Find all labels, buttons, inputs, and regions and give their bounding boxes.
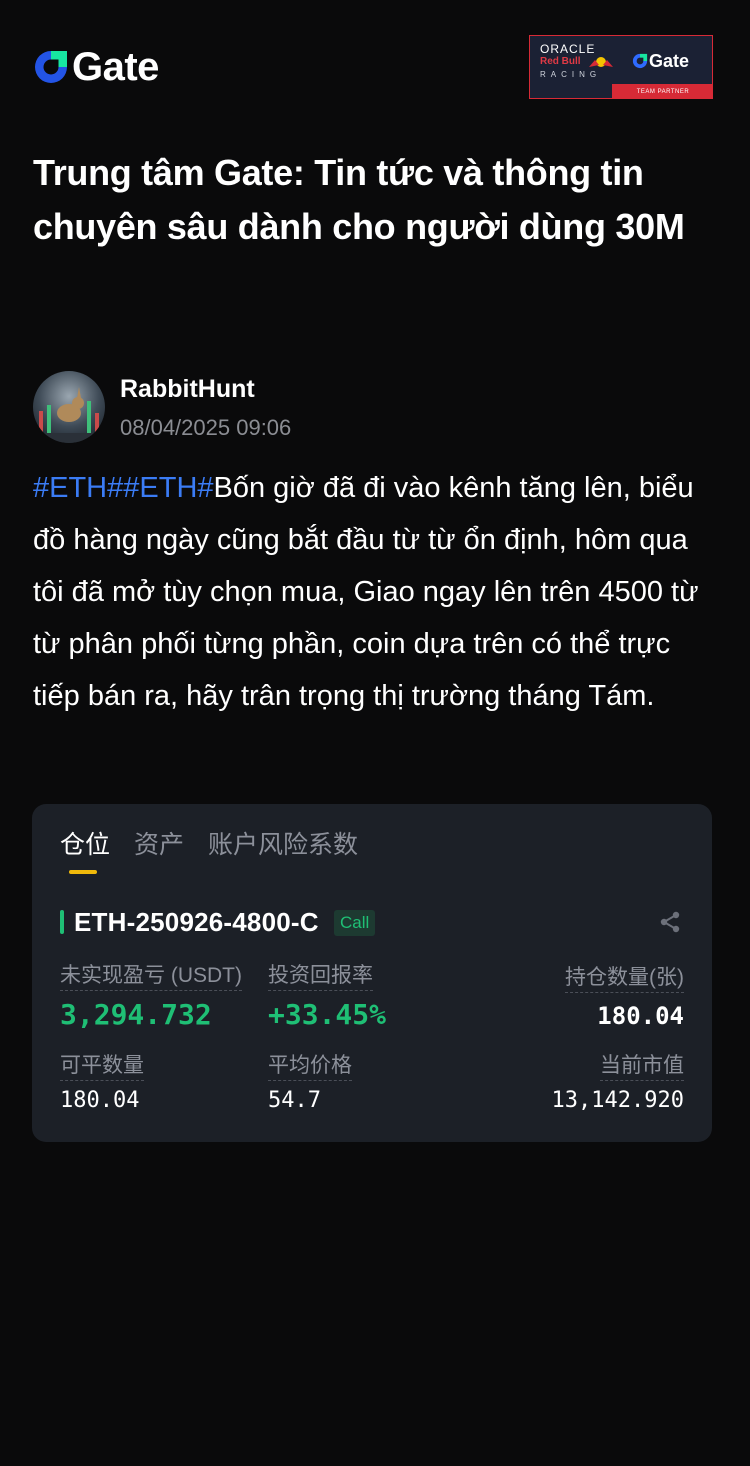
unrealized-pnl-value: 3,294.732 — [60, 998, 212, 1031]
position-side-marker — [60, 910, 64, 934]
market-value-label: 当前市值 — [600, 1052, 684, 1081]
avg-price-value: 54.7 — [268, 1088, 321, 1113]
roi-value: +33.45% — [268, 998, 387, 1031]
page-title: Trung tâm Gate: Tin tức và thông tin chu… — [33, 152, 685, 247]
tab-assets: 资产 — [134, 831, 185, 859]
active-tab-indicator — [69, 870, 97, 874]
closable-label: 可平数量 — [60, 1052, 144, 1081]
tab-account-risk: 账户风险系数 — [208, 831, 359, 859]
partner-gate-text: Gate — [649, 51, 690, 71]
gate-small-logo-icon — [632, 53, 648, 69]
partner-racing-text: RACING — [540, 70, 602, 79]
team-partner-label: TEAM PARTNER — [612, 84, 712, 98]
share-icon — [660, 911, 680, 933]
partner-badge: ORACLE Red Bull RACING Gate TEAM PARTNER — [529, 35, 713, 99]
contract-name: ETH-250926-4800-C — [74, 907, 319, 937]
avg-price-label: 平均价格 — [268, 1052, 352, 1081]
call-badge: Call — [334, 910, 376, 936]
position-qty-label: 持仓数量(张) — [565, 964, 684, 993]
hashtag-link[interactable]: #ETH##ETH# — [33, 472, 214, 504]
author-row: RabbitHunt 08/04/2025 09:06 — [33, 371, 723, 443]
author-name[interactable]: RabbitHunt — [120, 373, 255, 405]
avatar-image — [33, 371, 105, 443]
position-card-image[interactable]: 仓位 资产 账户风险系数 ETH-250926-4800-C Call 未实现盈… — [32, 804, 712, 1142]
unrealized-pnl-label: 未实现盈亏 (USDT) — [60, 962, 242, 991]
roi-label: 投资回报率 — [268, 962, 373, 991]
post-body: #ETH##ETH#Bốn giờ đã đi vào kênh tăng lê… — [33, 462, 723, 722]
partner-oracle-text: ORACLE — [540, 42, 596, 56]
tab-positions: 仓位 — [60, 831, 111, 859]
avatar[interactable] — [33, 371, 105, 443]
gate-logo-text: Gate — [72, 45, 159, 89]
position-qty-value: 180.04 — [597, 1002, 684, 1030]
partner-redbull-text: Red Bull — [540, 56, 581, 67]
post-timestamp: 08/04/2025 09:06 — [120, 415, 292, 440]
partner-gate-logo: Gate — [632, 51, 689, 71]
gate-logo[interactable]: Gate — [33, 44, 159, 90]
post-text: Bốn giờ đã đi vào kênh tăng lên, biểu đồ… — [33, 472, 699, 712]
gate-logo-icon — [35, 51, 67, 83]
market-value-value: 13,142.920 — [551, 1088, 684, 1113]
closable-value: 180.04 — [60, 1088, 140, 1113]
redbull-bulls-icon — [589, 57, 613, 67]
header: Gate ORACLE Red Bull RACING Gate TEAM PA… — [0, 0, 750, 130]
